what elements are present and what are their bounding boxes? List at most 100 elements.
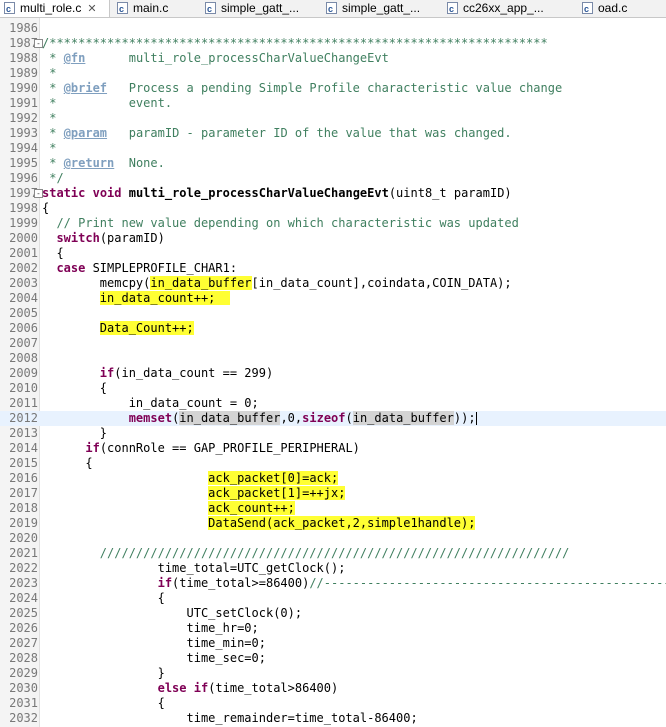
code-line[interactable]: 2032 time_remainder=time_total-86400; [0, 711, 666, 726]
code-line[interactable]: 1992 * [0, 111, 666, 126]
code-line[interactable]: 2017 ack_packet[1]=++jx; [0, 486, 666, 501]
code-token: @return [63, 156, 115, 170]
tab-3[interactable]: c simple_gatt_... [322, 0, 439, 17]
code-editor[interactable]: 1986 1987-/******************************… [0, 18, 666, 727]
code-line[interactable]: 1997- static void multi_role_processCharV… [0, 186, 666, 201]
code-line[interactable]: 2013 } [0, 426, 666, 441]
tab-label: main.c [133, 1, 169, 15]
line-number: 2014 [9, 441, 38, 455]
line-number: 2017 [9, 486, 38, 500]
code-line[interactable]: 2025 UTC_setClock(0); [0, 606, 666, 621]
code-line[interactable]: 2011 in_data_count = 0; [0, 396, 666, 411]
code-line[interactable]: 2030 else if(time_total>86400) [0, 681, 666, 696]
code-line[interactable]: 2007 [0, 336, 666, 351]
code-token: in_data_buffer [352, 411, 454, 425]
line-number: 1986 [9, 21, 38, 35]
code-line[interactable]: 2027 time_min=0; [0, 636, 666, 651]
code-token: * [42, 81, 64, 95]
code-line[interactable]: 1994 * [0, 141, 666, 156]
line-number: 2003 [9, 276, 38, 290]
code-line[interactable]: 2029 } [0, 666, 666, 681]
code-text: memset(in_data_buffer,0,sizeof(in_data_b… [42, 411, 477, 426]
code-line[interactable]: 2023 if(time_total>=86400)//------------… [0, 576, 666, 591]
code-line[interactable]: 1995 * @return None. [0, 156, 666, 171]
code-line[interactable]: 1989 * [0, 66, 666, 81]
code-line[interactable]: 1988 * @fn multi_role_processCharValueCh… [0, 51, 666, 66]
line-number: 2005 [9, 306, 38, 320]
code-line[interactable]: 1986 [0, 21, 666, 36]
tab-2[interactable]: c simple_gatt_... [201, 0, 318, 17]
line-number: 2021 [9, 546, 38, 560]
code-token: in_data_buffer [179, 411, 281, 425]
code-text: * event. [42, 96, 172, 111]
code-line[interactable]: 2020 [0, 531, 666, 546]
code-line[interactable]: 2000 switch(paramID) [0, 231, 666, 246]
close-icon[interactable]: ✕ [87, 1, 96, 17]
code-line[interactable]: 1999 // Print new value depending on whi… [0, 216, 666, 231]
code-token: { [42, 201, 50, 215]
code-line[interactable]: 1990 * @brief Process a pending Simple P… [0, 81, 666, 96]
code-token: multi_role_processCharValueChangeEvt [85, 51, 389, 65]
code-line[interactable]: 2008 [0, 351, 666, 366]
code-token: { [42, 246, 64, 260]
line-number: 2006 [9, 321, 38, 335]
code-line[interactable]: 2028 time_sec=0; [0, 651, 666, 666]
code-token: None. [114, 156, 165, 170]
code-line[interactable]: 2018 ack_count++; [0, 501, 666, 516]
tab-label: multi_role.c [20, 1, 82, 15]
code-text: } [42, 666, 165, 681]
tab-4[interactable]: c cc26xx_app_... [443, 0, 575, 17]
line-number: 1992 [9, 111, 38, 125]
code-line[interactable]: 2015 { [0, 456, 666, 471]
code-line[interactable]: 1993 * @param paramID - parameter ID of … [0, 126, 666, 141]
code-line[interactable]: 2006 Data_Count++; [0, 321, 666, 336]
line-number: 2022 [9, 561, 38, 575]
code-text: static void multi_role_processCharValueC… [42, 186, 512, 201]
tab-5[interactable]: c oad.c [578, 0, 666, 17]
code-text: ////////////////////////////////////////… [42, 546, 570, 561]
code-token: sizeof [302, 411, 346, 425]
code-token: time_min=0; [42, 636, 266, 650]
code-line[interactable]: 2022 time_total=UTC_getClock(); [0, 561, 666, 576]
code-text: if(connRole == GAP_PROFILE_PERIPHERAL) [42, 441, 360, 456]
code-line[interactable]: 2009 if(in_data_count == 299) [0, 366, 666, 381]
code-line[interactable]: 2014 if(connRole == GAP_PROFILE_PERIPHER… [0, 441, 666, 456]
code-token: time_hr=0; [42, 621, 259, 635]
code-line[interactable]: 2005 [0, 306, 666, 321]
code-token: (in_data_count == 299) [114, 366, 274, 380]
code-line[interactable]: 1998 { [0, 201, 666, 216]
code-token: (connRole == GAP_PROFILE_PERIPHERAL) [99, 441, 360, 455]
code-line[interactable]: 2001 { [0, 246, 666, 261]
tab-0[interactable]: c multi_role.c ✕ [0, 0, 110, 17]
code-line[interactable]: 1996 */ [0, 171, 666, 186]
code-line[interactable]: 2003 memcpy(in_data_buffer[in_data_count… [0, 276, 666, 291]
code-token: if [193, 681, 209, 695]
code-token: @brief [63, 81, 108, 95]
line-number: 2012 [9, 411, 38, 425]
code-token: */ [42, 171, 64, 185]
code-line[interactable]: 2024 { [0, 591, 666, 606]
code-line[interactable]: 2010 { [0, 381, 666, 396]
code-token: paramID - parameter ID of the value that… [107, 126, 512, 140]
code-text: /***************************************… [42, 36, 548, 51]
code-token: if [157, 576, 173, 590]
code-text: time_min=0; [42, 636, 266, 651]
code-line[interactable]: 2021 ///////////////////////////////////… [0, 546, 666, 561]
code-line[interactable]: 2004 in_data_count++; [0, 291, 666, 306]
code-text: if(in_data_count == 299) [42, 366, 273, 381]
code-line[interactable]: 2026 time_hr=0; [0, 621, 666, 636]
code-line[interactable]: 1991 * event. [0, 96, 666, 111]
tab-1[interactable]: c main.c [113, 0, 199, 17]
code-line[interactable]: 2019 DataSend(ack_packet,2,simple1handle… [0, 516, 666, 531]
code-line[interactable]: 2031 { [0, 696, 666, 711]
code-line[interactable]: 2012 memset(in_data_buffer,0,sizeof(in_d… [0, 411, 666, 426]
code-line[interactable]: 2002 case SIMPLEPROFILE_CHAR1: [0, 261, 666, 276]
code-line[interactable]: 1987-/**********************************… [0, 36, 666, 51]
code-token: * [42, 156, 64, 170]
code-line[interactable]: 2016 ack_packet[0]=ack; [0, 471, 666, 486]
